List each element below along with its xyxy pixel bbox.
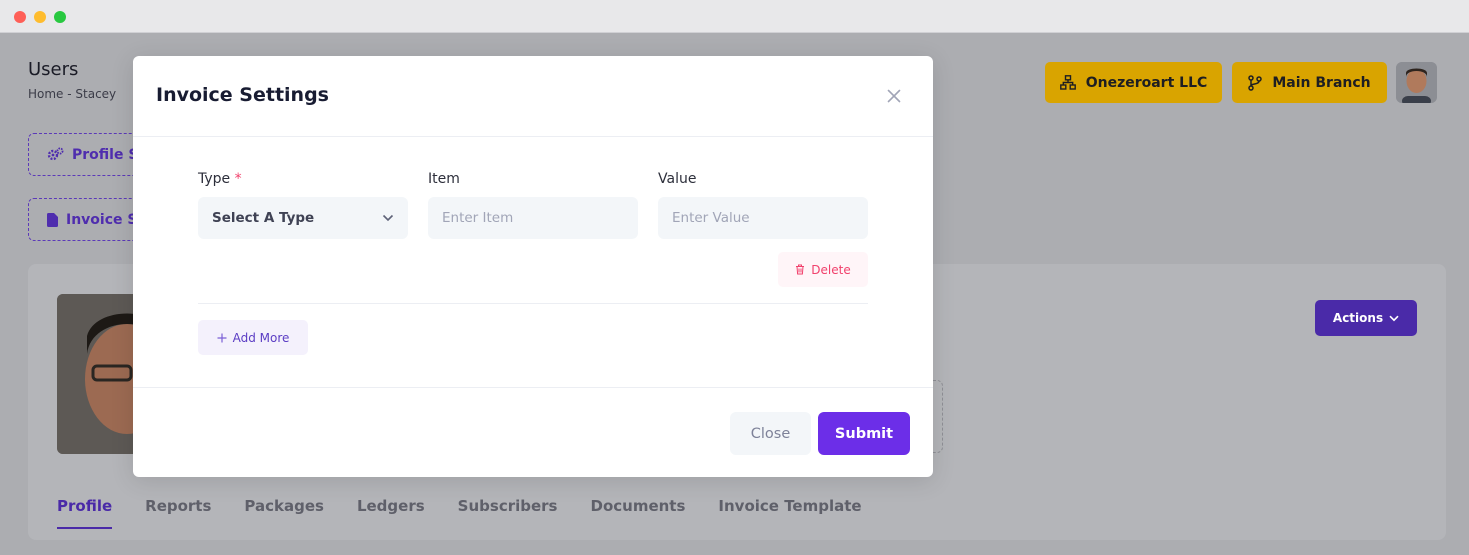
close-icon [887,89,901,103]
type-select-value: Select A Type [212,210,315,226]
branch-name: Main Branch [1272,74,1371,91]
window-close-dot[interactable] [14,11,26,23]
delete-label: Delete [811,262,851,277]
actions-label: Actions [1332,311,1384,325]
modal-title: Invoice Settings [156,84,329,106]
type-label: Type * [198,171,242,187]
invoice-settings-modal: Invoice Settings Type * Item Value Selec… [133,56,933,477]
page-title: Users [28,59,79,80]
tab-ledgers[interactable]: Ledgers [357,497,425,529]
chevron-down-icon [382,214,394,222]
trash-icon [796,264,805,275]
value-input[interactable] [658,197,868,239]
company-button[interactable]: Onezeroart LLC [1045,62,1222,103]
tab-invoice-template[interactable]: Invoice Template [718,497,861,529]
submit-button[interactable]: Submit [818,412,910,455]
close-button[interactable]: Close [730,412,811,455]
delete-row-button[interactable]: Delete [778,252,868,287]
tab-subscribers[interactable]: Subscribers [458,497,558,529]
item-input[interactable] [428,197,638,239]
required-mark: * [234,171,242,187]
modal-close-button[interactable] [884,86,904,106]
chevron-down-icon [1389,315,1399,321]
plus-icon [217,333,227,342]
modal-footer: Close Submit [133,387,933,477]
item-label: Item [428,171,460,187]
type-select[interactable]: Select A Type [198,197,408,239]
breadcrumb: Home - Stacey [28,87,117,101]
window-titlebar [0,0,1469,33]
tab-reports[interactable]: Reports [145,497,211,529]
tab-documents[interactable]: Documents [591,497,686,529]
add-more-button[interactable]: Add More [198,320,308,355]
value-label: Value [658,171,697,187]
modal-header: Invoice Settings [133,56,933,137]
window-minimize-dot[interactable] [34,11,46,23]
avatar-face-icon [1396,62,1437,103]
file-icon [47,212,58,227]
profile-tabs: Profile Reports Packages Ledgers Subscri… [57,497,862,529]
add-more-label: Add More [232,330,290,345]
row-divider [198,303,868,304]
branch-button[interactable]: Main Branch [1232,62,1387,103]
git-branch-icon [1248,74,1263,91]
tab-profile[interactable]: Profile [57,497,113,529]
type-label-text: Type [198,171,231,187]
window-maximize-dot[interactable] [54,11,66,23]
actions-dropdown-button[interactable]: Actions [1315,300,1417,336]
sitemap-icon [1059,75,1076,90]
company-name: Onezeroart LLC [1085,74,1208,91]
gears-icon [47,147,64,161]
user-avatar[interactable] [1396,62,1437,103]
tab-packages[interactable]: Packages [244,497,324,529]
